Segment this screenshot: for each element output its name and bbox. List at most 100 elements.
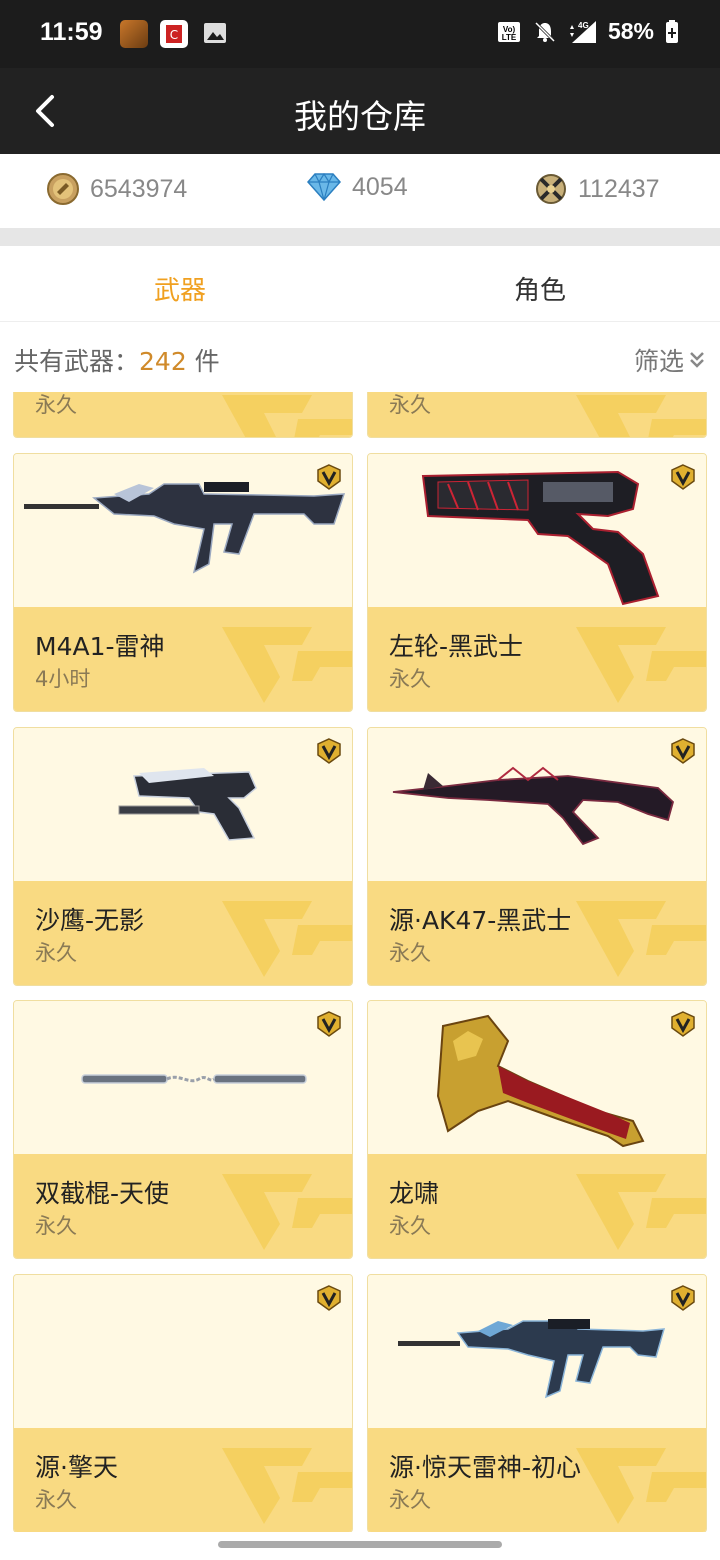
cf-logo-watermark: [576, 1174, 706, 1250]
tab-weapons[interactable]: 武器: [0, 270, 360, 307]
weapon-card[interactable]: 源·擎天 永久: [13, 1274, 353, 1532]
ak-rifle-icon: [392, 766, 675, 846]
cf-logo-watermark: [576, 627, 706, 703]
weapon-card[interactable]: 双截棍-天使 永久: [13, 1000, 353, 1259]
card-duration: 永久: [35, 393, 77, 417]
vip-badge-icon: [317, 738, 341, 764]
card-image-area: [14, 728, 352, 882]
page-title: 我的仓库: [294, 97, 426, 136]
rifle-icon: [24, 482, 346, 574]
filter-label: 筛选: [633, 347, 684, 376]
diamond-icon: [307, 172, 341, 202]
card-info: 源·AK47-黑武士 永久: [368, 881, 706, 985]
card-info: 沙鹰-无影 永久: [14, 881, 352, 985]
cf-logo-watermark: [222, 901, 352, 977]
vip-badge-icon: [671, 464, 695, 490]
nunchaku-icon: [81, 1074, 307, 1084]
card-info: 源·惊天雷神-初心 永久: [368, 1428, 706, 1532]
battery-icon: [666, 19, 678, 43]
diamond-amount: 4054: [352, 172, 408, 201]
card-name: M4A1-雷神: [35, 632, 165, 661]
status-time: 11:59: [40, 18, 103, 46]
card-name: 源·擎天: [35, 1453, 118, 1482]
app-notification-icon: C: [160, 20, 188, 48]
weapon-card[interactable]: 沙鹰-无影 永久: [13, 727, 353, 986]
card-name: 龙啸: [389, 1179, 440, 1208]
card-info: 永久: [14, 392, 352, 437]
card-info: 源·擎天 永久: [14, 1428, 352, 1532]
points-amount: 112437: [578, 174, 660, 203]
card-duration: 永久: [389, 1488, 431, 1512]
vip-badge-icon: [671, 1011, 695, 1037]
gold-coin-icon: [47, 173, 79, 205]
cf-logo-watermark: [222, 627, 352, 703]
card-image-area: [14, 454, 352, 608]
card-image-area: [368, 1275, 706, 1429]
card-duration: 永久: [389, 393, 431, 417]
vip-badge-icon: [671, 1285, 695, 1311]
weapon-card[interactable]: M4A1-雷神 4小时: [13, 453, 353, 712]
revolver-icon: [421, 470, 660, 606]
card-duration: 永久: [389, 941, 431, 965]
card-info: 永久: [368, 392, 706, 437]
mute-bell-icon: [534, 21, 556, 42]
vip-badge-icon: [317, 1011, 341, 1037]
card-image-area: [368, 728, 706, 882]
divider: [0, 228, 720, 246]
svg-text:4G: 4G: [578, 21, 589, 30]
dragon-axe-icon: [436, 1014, 645, 1148]
card-name: 左轮-黑武士: [389, 632, 524, 661]
card-info: M4A1-雷神 4小时: [14, 607, 352, 711]
svg-text:LTE: LTE: [502, 33, 517, 42]
card-name: 源·惊天雷神-初心: [389, 1453, 581, 1482]
tab-bar: 武器 角色: [0, 246, 720, 322]
card-image-area: [14, 1275, 352, 1429]
nav-bar: 我的仓库: [0, 68, 720, 154]
weapon-grid: 永久 永久 M4A1-雷神 4小时 左轮-黑武士 永久 沙鹰-无影 永久 源·A…: [0, 392, 720, 1532]
card-image-area: [368, 454, 706, 608]
app-notification-icon: [120, 20, 148, 48]
card-name: 源·AK47-黑武士: [389, 906, 572, 935]
weapon-card-partial[interactable]: 永久: [367, 392, 707, 438]
crossed-swords-icon: [536, 174, 566, 204]
battery-percent: 58%: [607, 18, 654, 44]
weapon-card[interactable]: 源·AK47-黑武士 永久: [367, 727, 707, 986]
card-duration: 永久: [35, 941, 77, 965]
weapon-card-partial[interactable]: 永久: [13, 392, 353, 438]
card-image-area: [14, 1001, 352, 1155]
card-duration: 永久: [389, 667, 431, 691]
weapon-card[interactable]: 源·惊天雷神-初心 永久: [367, 1274, 707, 1532]
status-bar: 11:59 C Vo) LTE 4G 58%: [0, 0, 720, 68]
vip-badge-icon: [317, 1285, 341, 1311]
summary-bar: 共有武器：242 件 筛选: [0, 322, 720, 392]
volte-icon: Vo)LTE: [497, 21, 520, 42]
card-duration: 永久: [35, 1214, 77, 1238]
pistol-icon: [118, 768, 257, 841]
weapon-count-suffix: 件: [186, 347, 220, 376]
svg-text:C: C: [170, 28, 178, 42]
tab-roles[interactable]: 角色: [360, 270, 720, 307]
card-duration: 永久: [389, 1214, 431, 1238]
weapon-count-number: 242: [139, 347, 187, 376]
weapon-card[interactable]: 龙啸 永久: [367, 1000, 707, 1259]
vip-badge-icon: [671, 738, 695, 764]
weapon-count-prefix: 共有武器：: [14, 347, 140, 376]
card-duration: 4小时: [35, 667, 91, 691]
cf-logo-watermark: [222, 1448, 352, 1524]
rifle-icon: [398, 1319, 666, 1399]
card-info: 龙啸 永久: [368, 1154, 706, 1258]
gold-amount: 6543974: [90, 174, 188, 203]
cf-logo-watermark: [222, 395, 352, 437]
cf-logo-watermark: [222, 1174, 352, 1250]
double-chevron-down-icon: [690, 352, 704, 368]
status-right: Vo) LTE 4G 58%: [496, 18, 680, 45]
weapon-count: 共有武器：242 件: [14, 342, 220, 378]
vip-badge-icon: [317, 464, 341, 490]
card-name: 沙鹰-无影: [35, 906, 145, 935]
weapon-card[interactable]: 左轮-黑武士 永久: [367, 453, 707, 712]
currency-bar: 6543974 4054 112437: [0, 154, 720, 228]
home-indicator[interactable]: [218, 1541, 502, 1548]
gallery-icon: [202, 20, 230, 48]
diamond-balance: 4054: [306, 172, 408, 202]
filter-button[interactable]: 筛选: [634, 342, 706, 378]
